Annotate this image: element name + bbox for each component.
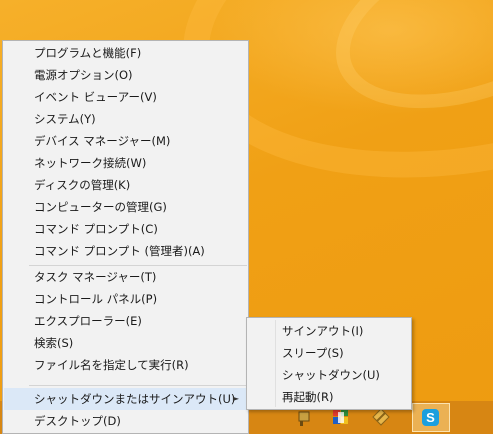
menu-item-label: デバイス マネージャー(M) [34,134,171,148]
menu-item-label: エクスプローラー(E) [34,314,142,328]
submenu-item[interactable]: シャットダウン(U) [248,364,410,386]
submenu-arrow-icon: ► [232,394,239,403]
menu-item-label: コマンド プロンプト (管理者)(A) [34,244,205,258]
paint-icon[interactable] [332,408,350,426]
menu-item[interactable]: エクスプローラー(E) [4,310,247,332]
menu-item-label: ネットワーク接続(W) [34,156,147,170]
menu-item-label: シャットダウンまたはサインアウト(U) [34,392,236,406]
menu-item[interactable]: ディスクの管理(K) [4,174,247,196]
menu-item[interactable]: プログラムと機能(F) [4,42,247,64]
menu-item-label: コントロール パネル(P) [34,292,158,306]
submenu-item[interactable]: スリープ(S) [248,342,410,364]
menu-item[interactable]: システム(Y) [4,108,247,130]
shutdown-submenu: サインアウト(I) スリープ(S) シャットダウン(U) 再起動(R) [246,317,412,410]
menu-item-label: イベント ビューアー(V) [34,90,157,104]
menu-item-label: ディスクの管理(K) [34,178,131,192]
menu-separator [29,385,247,386]
menu-item-label: システム(Y) [34,112,96,126]
menu-item[interactable]: イベント ビューアー(V) [4,86,247,108]
menu-item[interactable]: シャットダウンまたはサインアウト(U) ► [4,388,247,410]
menu-item-label: タスク マネージャー(T) [34,270,157,284]
menu-item[interactable]: デスクトップ(D) [4,410,247,432]
flag-icon[interactable] [296,408,314,426]
submenu-item[interactable]: 再起動(R) [248,386,410,408]
menu-item[interactable]: 検索(S) [4,332,247,354]
menu-item-label: プログラムと機能(F) [34,46,142,60]
menu-item[interactable]: コマンド プロンプト(C) [4,218,247,240]
skype-icon: S [422,409,439,426]
menu-item-label: コマンド プロンプト(C) [34,222,158,236]
menu-item[interactable]: ネットワーク接続(W) [4,152,247,174]
menu-item[interactable]: コマンド プロンプト (管理者)(A) [4,240,247,262]
menu-separator [29,265,247,266]
power-user-menu: プログラムと機能(F) 電源オプション(O) イベント ビューアー(V) システム(Y… [2,40,249,434]
menu-item-label: コンピューターの管理(G) [34,200,167,214]
menu-item-label: 電源オプション(O) [34,68,133,82]
menu-item-label: デスクトップ(D) [34,414,121,428]
menu-item[interactable]: 電源オプション(O) [4,64,247,86]
menu-item-label: 検索(S) [34,336,74,350]
menu-item[interactable]: ファイル名を指定して実行(R) [4,354,247,376]
menu-item[interactable]: タスク マネージャー(T) [4,266,247,288]
menu-item[interactable]: デバイス マネージャー(M) [4,130,247,152]
menu-item[interactable]: コンピューターの管理(G) [4,196,247,218]
pin-icon[interactable] [372,408,390,426]
menu-item[interactable]: コントロール パネル(P) [4,288,247,310]
submenu-item[interactable]: サインアウト(I) [248,320,410,342]
menu-item-label: ファイル名を指定して実行(R) [34,358,189,372]
